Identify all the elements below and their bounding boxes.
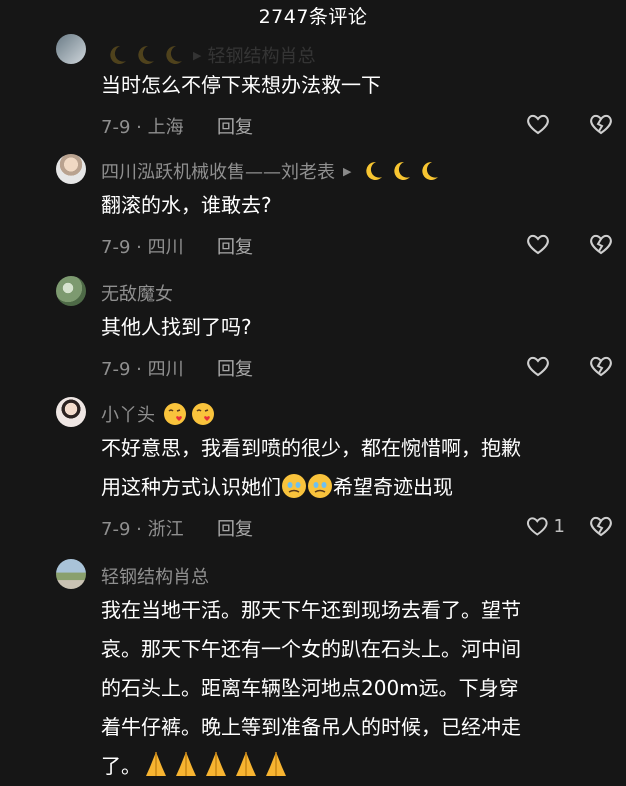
crescent-moon-emoji-icon — [422, 161, 439, 180]
comments-header: 2747条评论 — [0, 0, 626, 30]
comment-date-location: 7-9 · 四川 — [101, 359, 184, 380]
folded-hands-emoji-icon — [146, 752, 166, 776]
folded-hands-emoji-icon — [236, 752, 256, 776]
crescent-moon-emoji-icon — [110, 45, 126, 64]
face-holding-back-tears-emoji-icon — [308, 474, 332, 498]
comment-text: 其他人找到了吗? — [101, 315, 252, 339]
crescent-moon-emoji-icon — [366, 161, 383, 180]
folded-hands-emoji-icon — [176, 752, 196, 776]
reply-button[interactable]: 回复 — [217, 515, 253, 541]
commenter-name[interactable]: ▶ 轻钢结构肖总 — [101, 42, 315, 68]
heart-outline-icon[interactable] — [525, 354, 551, 378]
broken-heart-icon[interactable] — [588, 232, 614, 256]
crescent-moon-emoji-icon — [138, 45, 154, 64]
comment-text: 我在当地干活。那天下午还到现场去看了。望节 哀。那天下午还有一个女的趴在石头上。… — [101, 598, 521, 778]
avatar[interactable] — [56, 559, 86, 589]
comment-date-location: 7-9 · 浙江 — [101, 519, 184, 540]
face-blowing-kiss-emoji-icon — [164, 403, 186, 425]
heart-outline-icon[interactable] — [525, 232, 551, 256]
comment-text: 翻滚的水，谁敢去? — [101, 193, 272, 217]
avatar[interactable] — [56, 154, 86, 184]
heart-outline-icon[interactable] — [525, 112, 551, 136]
folded-hands-emoji-icon — [206, 752, 226, 776]
like-count: 1 — [553, 515, 565, 537]
folded-hands-emoji-icon — [266, 752, 286, 776]
commenter-name[interactable]: 小丫头 — [101, 401, 215, 427]
comment-date-location: 7-9 · 上海 — [101, 117, 184, 138]
commenter-name[interactable]: 无敌魔女 — [101, 280, 173, 306]
crescent-moon-emoji-icon — [166, 45, 182, 64]
reply-button[interactable]: 回复 — [217, 233, 253, 259]
play-icon: ▶ — [343, 164, 352, 178]
comment-date-location: 7-9 · 四川 — [101, 237, 184, 258]
face-blowing-kiss-emoji-icon — [192, 403, 214, 425]
avatar[interactable] — [56, 397, 86, 427]
reply-button[interactable]: 回复 — [217, 355, 253, 381]
crescent-moon-emoji-icon — [394, 161, 411, 180]
commenter-name[interactable]: 轻钢结构肖总 — [101, 563, 209, 589]
avatar[interactable] — [56, 276, 86, 306]
reply-button[interactable]: 回复 — [217, 113, 253, 139]
broken-heart-icon[interactable] — [588, 514, 614, 538]
comment-text: 不好意思，我看到喷的很少，都在惋惜啊，抱歉 用这种方式认识她们 希望奇迹出现 — [101, 436, 521, 499]
comment-text: 当时怎么不停下来想办法救一下 — [101, 73, 381, 97]
heart-outline-icon — [527, 517, 548, 536]
broken-heart-icon[interactable] — [588, 354, 614, 378]
avatar[interactable] — [56, 34, 86, 64]
broken-heart-icon[interactable] — [588, 112, 614, 136]
play-icon: ▶ — [193, 48, 202, 62]
commenter-name[interactable]: 四川泓跃机械收售——刘老表 ▶ — [101, 158, 441, 184]
face-holding-back-tears-emoji-icon — [282, 474, 306, 498]
like-button[interactable]: 1 — [525, 514, 565, 538]
comments-count-title: 2747条评论 — [258, 5, 368, 28]
